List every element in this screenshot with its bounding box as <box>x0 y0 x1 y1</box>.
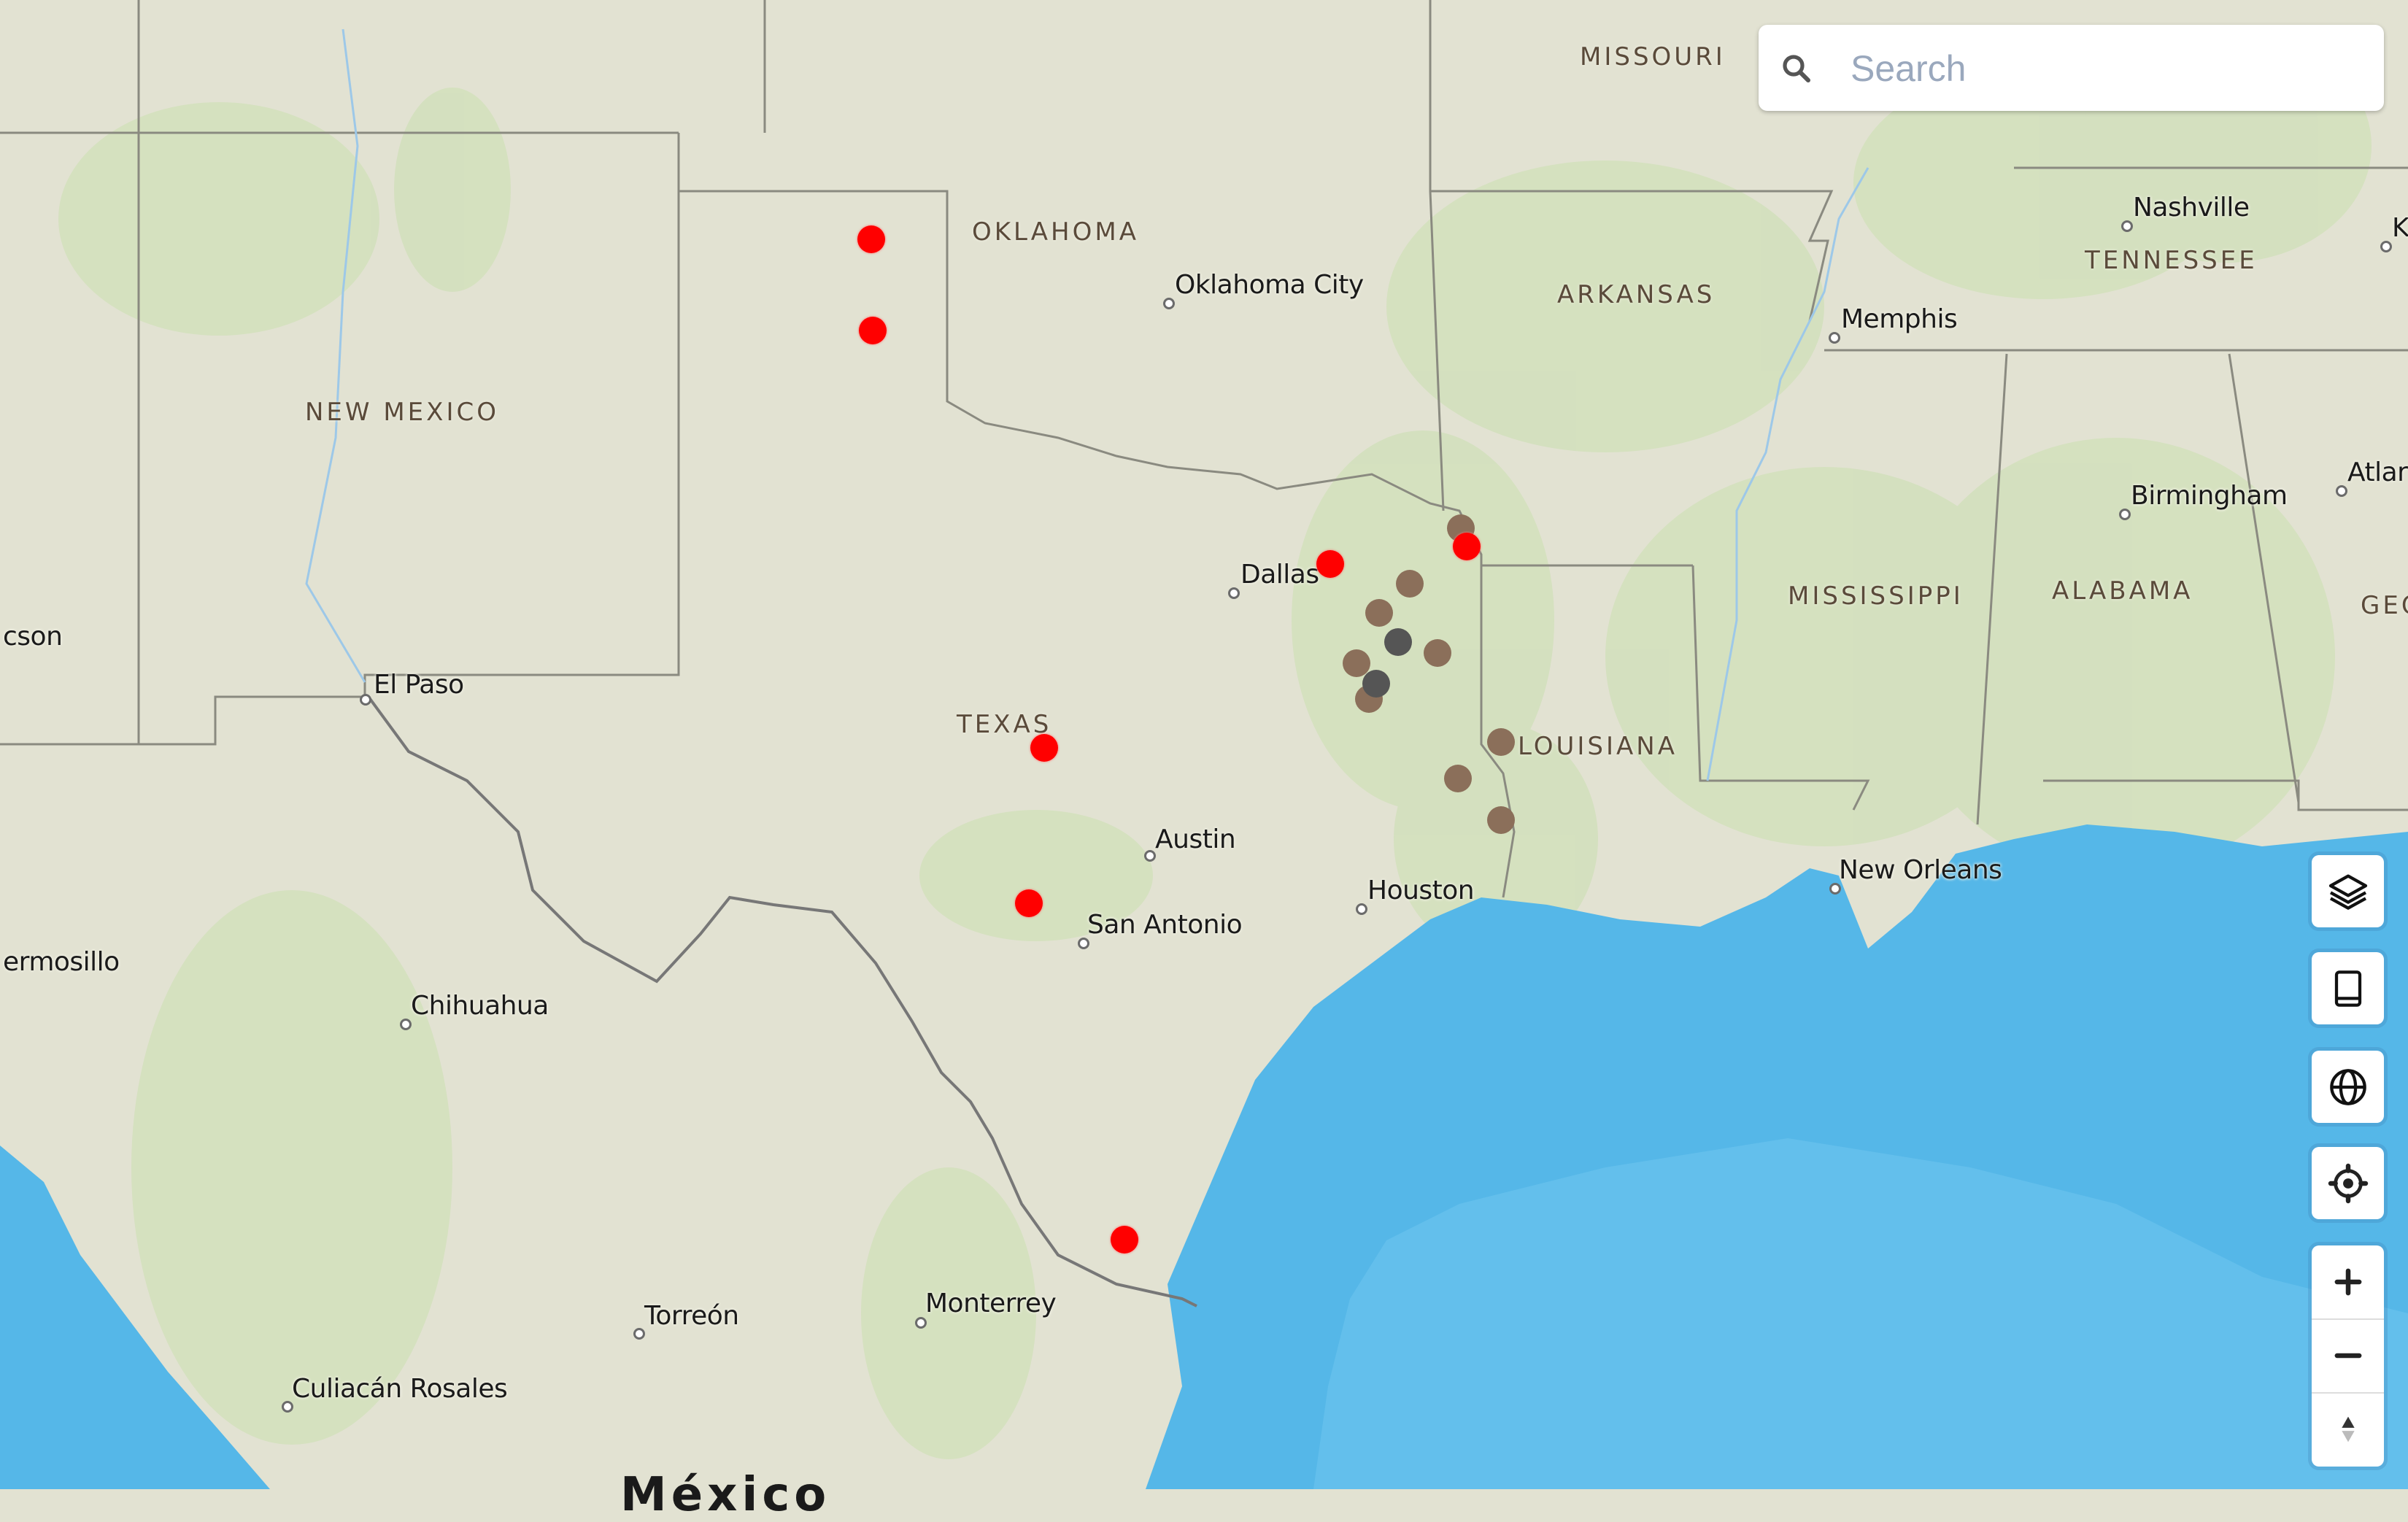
city-label-culiacan: Culiacán Rosales <box>292 1374 508 1404</box>
map-marker-brown[interactable] <box>1396 570 1424 598</box>
city-label-atlanta: Atlar <box>2347 457 2408 487</box>
map-marker-dark[interactable] <box>1384 628 1412 656</box>
map-marker-brown[interactable] <box>1424 639 1451 667</box>
map-marker-red[interactable] <box>1030 734 1058 762</box>
state-label-new-mexico: NEW MEXICO <box>305 398 499 427</box>
zoom-out-button[interactable] <box>2312 1319 2384 1392</box>
city-label-birmingham: Birmingham <box>2131 481 2288 511</box>
city-label-austin: Austin <box>1155 824 1236 854</box>
city-label-san-antonio: San Antonio <box>1087 910 1243 940</box>
globe-icon <box>2329 1068 2366 1105</box>
state-label-louisiana: LOUISIANA <box>1518 732 1678 761</box>
country-label-mexico: México <box>620 1468 831 1522</box>
search-icon <box>1783 55 1810 82</box>
city-label-oklahoma-city: Oklahoma City <box>1175 270 1364 300</box>
city-dot-austin <box>1144 850 1156 862</box>
city-dot-houston <box>1356 903 1367 915</box>
book-icon <box>2334 970 2361 1007</box>
layers-button[interactable] <box>2312 855 2384 927</box>
city-dot-el-paso <box>360 694 371 706</box>
city-dot-torreon <box>633 1328 645 1340</box>
zoom-in-button[interactable] <box>2312 1245 2384 1318</box>
city-dot-oklahoma-city <box>1163 298 1175 309</box>
city-label-tucson: cson <box>3 622 63 652</box>
map-canvas[interactable] <box>0 0 2408 1489</box>
map-marker-red[interactable] <box>1111 1226 1138 1253</box>
city-dot-memphis <box>1829 332 1840 344</box>
city-dot-atlanta <box>2336 485 2347 497</box>
locate-button[interactable] <box>2312 1147 2384 1219</box>
minus-icon <box>2334 1353 2361 1359</box>
city-label-memphis: Memphis <box>1841 304 1958 334</box>
city-dot-dallas <box>1228 587 1240 599</box>
city-dot-chihuahua <box>400 1019 412 1030</box>
locate-icon <box>2328 1163 2368 1203</box>
city-label-el-paso: El Paso <box>374 670 464 700</box>
city-label-torreon: Torreón <box>644 1301 739 1331</box>
city-dot-nashville <box>2121 220 2133 232</box>
map-marker-red[interactable] <box>857 225 885 253</box>
map-marker-red[interactable] <box>1453 533 1481 560</box>
state-label-mississippi: MISSISSIPPI <box>1788 582 1964 611</box>
city-label-monterrey: Monterrey <box>925 1289 1057 1318</box>
state-label-tennessee: TENNESSEE <box>2085 246 2258 275</box>
map-marker-brown[interactable] <box>1487 806 1515 834</box>
map-marker-dark[interactable] <box>1362 670 1390 698</box>
city-label-knoxville: K <box>2392 213 2408 243</box>
map-marker-red[interactable] <box>1015 889 1043 917</box>
city-dot-birmingham <box>2119 509 2131 520</box>
map-marker-brown[interactable] <box>1365 599 1393 627</box>
layers-icon <box>2328 874 2367 910</box>
map-marker-red[interactable] <box>859 317 887 344</box>
city-label-new-orleans: New Orleans <box>1839 855 2002 885</box>
city-dot-monterrey <box>915 1317 927 1329</box>
city-label-dallas: Dallas <box>1240 560 1319 590</box>
state-label-arkansas: ARKANSAS <box>1557 280 1716 309</box>
compass-button[interactable] <box>2312 1393 2384 1466</box>
basemap-button[interactable] <box>2312 952 2384 1024</box>
map-marker-brown[interactable] <box>1487 728 1515 756</box>
city-label-nashville: Nashville <box>2133 193 2250 223</box>
compass-icon <box>2341 1416 2355 1442</box>
state-label-oklahoma: OKLAHOMA <box>972 217 1139 247</box>
plus-icon <box>2334 1268 2361 1296</box>
search-input[interactable] <box>1849 25 2363 112</box>
state-label-alabama: ALABAMA <box>2052 576 2193 606</box>
state-label-missouri: MISSOURI <box>1580 42 1726 72</box>
city-label-chihuahua: Chihuahua <box>411 991 549 1021</box>
globe-button[interactable] <box>2312 1051 2384 1123</box>
map-marker-brown[interactable] <box>1444 765 1472 792</box>
city-label-houston: Houston <box>1367 876 1475 905</box>
city-dot-knoxville <box>2380 241 2392 252</box>
city-label-hermosillo: ermosillo <box>3 947 120 977</box>
zoom-controls <box>2312 1245 2384 1467</box>
map-marker-red[interactable] <box>1316 550 1344 578</box>
state-label-georgia: GEO <box>2361 591 2408 620</box>
search-box[interactable] <box>1759 25 2384 112</box>
